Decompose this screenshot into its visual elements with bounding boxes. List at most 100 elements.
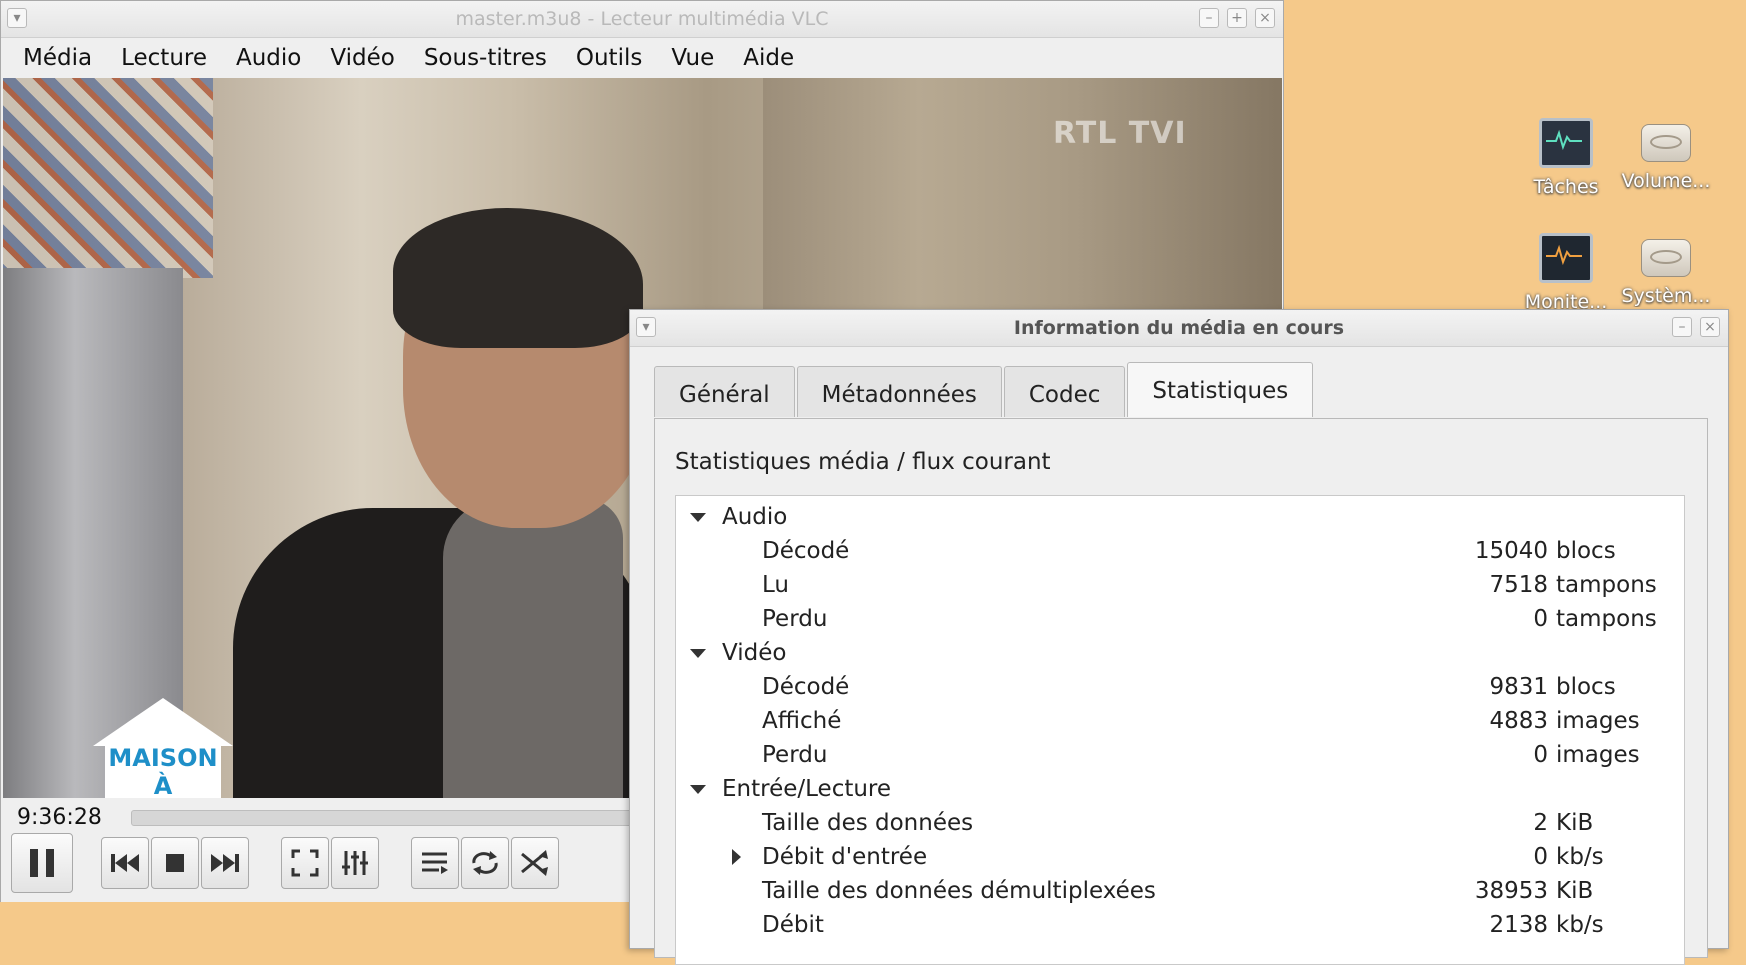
tree-section-video[interactable]: Vidéo bbox=[676, 636, 1684, 670]
close-button[interactable]: × bbox=[1255, 8, 1275, 28]
tree-row[interactable]: Affiché 4883 images bbox=[676, 704, 1684, 738]
menu-audio[interactable]: Audio bbox=[236, 45, 301, 71]
close-icon: × bbox=[1704, 319, 1716, 335]
stat-unit: images bbox=[1556, 708, 1640, 734]
stat-name: Lu bbox=[762, 572, 789, 598]
media-info-dialog: ▾ Information du média en cours – × Géné… bbox=[629, 309, 1729, 965]
video-scene-hair bbox=[393, 208, 643, 348]
stat-value: 38953 bbox=[1474, 878, 1548, 904]
tab-bar: Général Métadonnées Codec Statistiques bbox=[654, 362, 1315, 417]
desktop-icon-taches[interactable]: Tâches bbox=[1516, 118, 1616, 198]
pause-button[interactable] bbox=[11, 833, 73, 893]
tree-row[interactable]: Décodé 15040 blocs bbox=[676, 534, 1684, 568]
extended-settings-button[interactable] bbox=[331, 837, 379, 889]
tree-row[interactable]: Perdu 0 images bbox=[676, 738, 1684, 772]
tree-section-input[interactable]: Entrée/Lecture bbox=[676, 772, 1684, 806]
minimize-button[interactable]: – bbox=[1672, 317, 1692, 337]
tree-row[interactable]: Taille des données démultiplexées 38953 … bbox=[676, 874, 1684, 908]
stat-value: 9831 bbox=[1489, 674, 1548, 700]
sign-text: MAISON À VENDRE bbox=[105, 744, 221, 798]
maximize-button[interactable]: + bbox=[1227, 8, 1247, 28]
desktop-icon-moniteur[interactable]: Monite... bbox=[1516, 233, 1616, 313]
menu-sous-titres[interactable]: Sous-titres bbox=[424, 45, 547, 71]
minimize-button[interactable]: – bbox=[1199, 8, 1219, 28]
statistics-tree[interactable]: Audio Décodé 15040 blocs Lu 7518 tampons… bbox=[675, 495, 1685, 965]
desktop-icon-label: Tâches bbox=[1533, 176, 1599, 198]
stat-value: 2138 bbox=[1489, 912, 1548, 938]
video-scene-sweater bbox=[443, 498, 623, 798]
section-label: Audio bbox=[722, 504, 788, 530]
stat-unit: tampons bbox=[1556, 606, 1657, 632]
pause-icon bbox=[30, 849, 54, 877]
skip-forward-icon bbox=[211, 854, 239, 872]
panel-heading: Statistiques média / flux courant bbox=[675, 449, 1051, 475]
stat-value: 0 bbox=[1533, 742, 1548, 768]
stat-name: Perdu bbox=[762, 606, 828, 632]
loop-icon bbox=[472, 851, 498, 875]
channel-watermark: RTL TVI bbox=[1053, 116, 1187, 151]
fullscreen-icon bbox=[291, 849, 319, 877]
loop-button[interactable] bbox=[461, 837, 509, 889]
menu-video[interactable]: Vidéo bbox=[330, 45, 394, 71]
statistics-panel: Statistiques média / flux courant Audio … bbox=[654, 418, 1708, 965]
stat-name: Taille des données bbox=[762, 810, 974, 836]
tree-row[interactable]: Lu 7518 tampons bbox=[676, 568, 1684, 602]
tab-statistiques[interactable]: Statistiques bbox=[1127, 362, 1314, 417]
drive-icon bbox=[1641, 124, 1691, 162]
stat-value: 0 bbox=[1533, 606, 1548, 632]
menu-vue[interactable]: Vue bbox=[671, 45, 714, 71]
previous-button[interactable] bbox=[101, 837, 149, 889]
window-title: master.m3u8 - Lecteur multimédia VLC bbox=[455, 8, 829, 30]
section-label: Entrée/Lecture bbox=[722, 776, 892, 802]
maximize-icon: + bbox=[1231, 10, 1243, 26]
collapse-arrow-icon[interactable] bbox=[732, 849, 741, 865]
tree-row[interactable]: Perdu 0 tampons bbox=[676, 602, 1684, 636]
stop-button[interactable] bbox=[151, 837, 199, 889]
dialog-title: Information du média en cours bbox=[1013, 317, 1345, 339]
section-label: Vidéo bbox=[722, 640, 787, 666]
fullscreen-button[interactable] bbox=[281, 837, 329, 889]
shuffle-button[interactable] bbox=[511, 837, 559, 889]
expand-arrow-icon[interactable] bbox=[690, 649, 706, 658]
menu-lecture[interactable]: Lecture bbox=[121, 45, 207, 71]
stat-value: 15040 bbox=[1474, 538, 1548, 564]
tab-general[interactable]: Général bbox=[654, 366, 795, 417]
sign-line1: MAISON bbox=[108, 744, 218, 772]
expand-arrow-icon[interactable] bbox=[690, 785, 706, 794]
sign-line2: À VENDRE bbox=[153, 772, 173, 798]
desktop-icon-label: Volume... bbox=[1621, 170, 1711, 192]
desktop-icon-systeme[interactable]: Systèm... bbox=[1616, 233, 1716, 307]
tree-row[interactable]: Décodé 9831 blocs bbox=[676, 670, 1684, 704]
minimize-icon: – bbox=[1678, 319, 1686, 335]
stat-unit: KiB bbox=[1556, 810, 1594, 836]
stat-unit: tampons bbox=[1556, 572, 1657, 598]
desktop-icon-volume[interactable]: Volume... bbox=[1616, 118, 1716, 192]
tree-section-audio[interactable]: Audio bbox=[676, 500, 1684, 534]
tab-metadonnees[interactable]: Métadonnées bbox=[796, 366, 1002, 417]
menubar: Média Lecture Audio Vidéo Sous-titres Ou… bbox=[1, 38, 1283, 78]
stat-name: Débit bbox=[762, 912, 824, 938]
stat-value: 0 bbox=[1533, 844, 1548, 870]
equalizer-icon bbox=[342, 851, 368, 875]
close-button[interactable]: × bbox=[1700, 317, 1720, 337]
system-monitor-icon bbox=[1539, 233, 1593, 283]
next-button[interactable] bbox=[201, 837, 249, 889]
menu-media[interactable]: Média bbox=[23, 45, 92, 71]
tree-row[interactable]: Débit d'entrée 0 kb/s bbox=[676, 840, 1684, 874]
elapsed-time: 9:36:28 bbox=[17, 805, 102, 830]
expand-arrow-icon[interactable] bbox=[690, 513, 706, 522]
drive-icon bbox=[1641, 239, 1691, 277]
tab-codec[interactable]: Codec bbox=[1003, 366, 1126, 417]
menu-outils[interactable]: Outils bbox=[576, 45, 642, 71]
vlc-titlebar[interactable]: ▾ master.m3u8 - Lecteur multimédia VLC –… bbox=[1, 1, 1283, 38]
tree-row[interactable]: Débit 2138 kb/s bbox=[676, 908, 1684, 942]
menu-aide[interactable]: Aide bbox=[743, 45, 794, 71]
stat-value: 2 bbox=[1533, 810, 1548, 836]
stat-unit: kb/s bbox=[1556, 844, 1604, 870]
tree-row[interactable]: Taille des données 2 KiB bbox=[676, 806, 1684, 840]
dialog-titlebar[interactable]: ▾ Information du média en cours – × bbox=[630, 310, 1728, 347]
stat-value: 7518 bbox=[1489, 572, 1548, 598]
video-scene-tile bbox=[3, 78, 213, 278]
playlist-button[interactable] bbox=[411, 837, 459, 889]
stat-name: Affiché bbox=[762, 708, 842, 734]
